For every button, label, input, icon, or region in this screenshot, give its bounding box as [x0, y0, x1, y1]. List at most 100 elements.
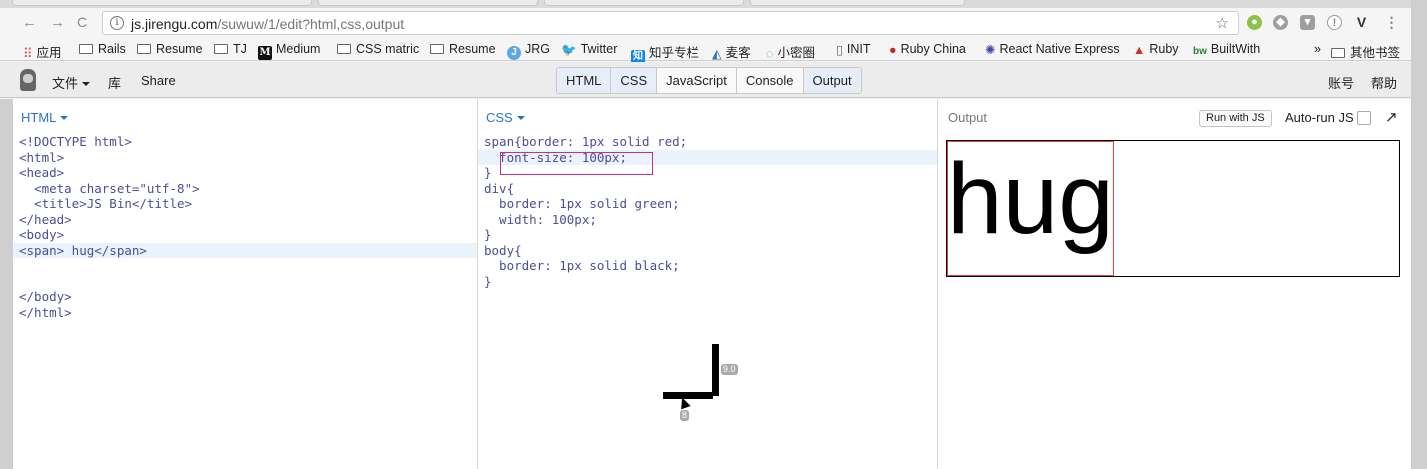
bookmark-item[interactable]: ◌ 小密圈: [766, 42, 815, 61]
circle-icon: ◌: [766, 47, 774, 61]
tab-output[interactable]: Output: [803, 68, 861, 93]
annotation-highlight-box: [500, 152, 653, 175]
panel-tabs: HTML CSS JavaScript Console Output: [556, 67, 862, 94]
chevron-down-icon: [82, 82, 91, 86]
chevron-down-icon: [516, 116, 525, 120]
popout-icon[interactable]: ↗: [1385, 108, 1398, 126]
code-line[interactable]: [13, 258, 477, 274]
bookmark-item[interactable]: 知知乎专栏: [631, 42, 699, 64]
code-line[interactable]: <!DOCTYPE html>: [13, 134, 477, 150]
code-line-current[interactable]: <span> hug</span>: [13, 242, 477, 258]
folder-icon: [137, 44, 151, 54]
bookmark-item[interactable]: ▯ INIT: [836, 42, 871, 57]
html-panel-label[interactable]: HTML: [21, 110, 69, 125]
code-line[interactable]: </body>: [13, 289, 477, 305]
vivaldi-icon[interactable]: V: [1354, 15, 1369, 30]
tab-javascript[interactable]: JavaScript: [657, 68, 737, 93]
bookmark-item[interactable]: ✺ React Native Express: [985, 42, 1120, 57]
css-panel[interactable]: CSS span{border: 1px solid red; font-siz…: [477, 99, 937, 469]
browser-tab[interactable]: [318, 0, 538, 6]
bookmark-item[interactable]: 🐦 Twitter: [561, 42, 617, 58]
site-info-icon[interactable]: i: [110, 16, 124, 30]
ruler-height-label: 9.0: [721, 364, 738, 375]
tab-css[interactable]: CSS: [611, 68, 658, 93]
chevron-down-icon: [60, 116, 69, 120]
code-line[interactable]: <title>JS Bin</title>: [13, 196, 477, 212]
code-line[interactable]: </head>: [13, 212, 477, 228]
library-menu[interactable]: 库: [108, 73, 121, 92]
output-body-box: hug: [946, 140, 1400, 277]
jsbin-logo-icon[interactable]: [20, 69, 36, 91]
code-line[interactable]: <head>: [13, 165, 477, 181]
measure-ruler-vertical[interactable]: [712, 344, 719, 396]
maike-icon: ◭: [712, 47, 722, 61]
pocket-icon[interactable]: ▾: [1300, 15, 1315, 30]
help-menu[interactable]: 帮助: [1371, 73, 1397, 92]
folder-icon: [79, 44, 93, 54]
code-line[interactable]: width: 100px;: [478, 212, 937, 228]
folder-icon: [430, 44, 444, 54]
output-panel: Output Run with JS Auto-run JS ↗ hug: [937, 99, 1411, 469]
bookmark-item[interactable]: Rails: [79, 42, 126, 56]
autorun-checkbox[interactable]: [1357, 111, 1371, 125]
share-menu[interactable]: Share: [141, 73, 176, 88]
back-button[interactable]: ←: [22, 14, 37, 31]
other-bookmarks[interactable]: 其他书签: [1331, 42, 1400, 61]
code-line[interactable]: [13, 274, 477, 290]
bookmark-item[interactable]: TJ: [214, 42, 247, 56]
page-icon: ▯: [836, 43, 843, 57]
shield-icon[interactable]: ◆: [1273, 15, 1288, 30]
folder-icon: [214, 44, 228, 54]
autorun-label: Auto-run JS: [1285, 110, 1354, 125]
info-extension-icon[interactable]: !: [1327, 15, 1342, 30]
reload-button[interactable]: C: [77, 14, 87, 30]
code-line[interactable]: body{: [478, 243, 937, 259]
browser-tab[interactable]: [544, 0, 744, 6]
code-line[interactable]: <body>: [13, 227, 477, 243]
code-line[interactable]: div{: [478, 181, 937, 197]
bookmark-item[interactable]: ◭ 麦客: [712, 42, 751, 61]
bookmark-item[interactable]: bw BuiltWith: [1193, 42, 1260, 57]
bookmark-item[interactable]: CSS matric: [337, 42, 419, 56]
run-with-js-button[interactable]: Run with JS: [1199, 110, 1272, 127]
builtwith-icon: bw: [1193, 46, 1207, 57]
code-line[interactable]: border: 1px solid green;: [478, 196, 937, 212]
browser-tab[interactable]: [750, 0, 965, 6]
code-line[interactable]: <meta charset="utf-8">: [13, 181, 477, 197]
css-panel-label[interactable]: CSS: [486, 110, 525, 125]
tab-html[interactable]: HTML: [557, 68, 612, 93]
address-bar[interactable]: i js.jirengu.com/suwuw/1/edit?html,css,o…: [102, 11, 1239, 35]
forward-button[interactable]: →: [50, 14, 65, 31]
apps-grid-icon: ⠿: [23, 46, 33, 61]
twitter-icon: 🐦: [561, 43, 577, 57]
output-panel-label: Output: [948, 110, 988, 125]
code-line[interactable]: border: 1px solid black;: [478, 258, 937, 274]
extension-icon[interactable]: ●: [1247, 15, 1262, 30]
bookmark-item[interactable]: M Medium: [258, 42, 320, 60]
bookmark-item[interactable]: ● Ruby China: [889, 42, 966, 57]
code-line[interactable]: span{border: 1px solid red;: [478, 134, 937, 150]
browser-tab-strip: [0, 0, 1427, 8]
more-menu-icon[interactable]: ⋮: [1384, 15, 1399, 30]
tab-console[interactable]: Console: [736, 68, 804, 93]
address-url[interactable]: js.jirengu.com/suwuw/1/edit?html,css,out…: [131, 16, 404, 32]
bookmarks-overflow-button[interactable]: »: [1314, 42, 1321, 56]
bookmark-item[interactable]: ⠿ 应用: [23, 42, 62, 62]
code-line[interactable]: </html>: [13, 305, 477, 321]
code-line[interactable]: }: [478, 274, 937, 290]
bookmark-star-icon[interactable]: ☆: [1216, 14, 1229, 32]
html-panel[interactable]: HTML <!DOCTYPE html> <html> <head> <meta…: [13, 99, 477, 469]
right-gutter: [1411, 0, 1427, 469]
ruby-red-icon: ▲: [1133, 43, 1146, 57]
browser-tab[interactable]: [12, 0, 312, 6]
account-menu[interactable]: 账号: [1328, 73, 1354, 92]
bookmark-item[interactable]: ▲ Ruby: [1133, 42, 1179, 57]
code-line[interactable]: }: [478, 227, 937, 243]
file-menu[interactable]: 文件: [52, 73, 91, 92]
bookmark-item[interactable]: Resume: [430, 42, 496, 56]
bookmark-item[interactable]: J JRG: [507, 42, 550, 60]
folder-icon: [1331, 48, 1345, 58]
code-line[interactable]: <html>: [13, 150, 477, 166]
html-editor[interactable]: <!DOCTYPE html> <html> <head> <meta char…: [13, 134, 477, 320]
bookmark-item[interactable]: Resume: [137, 42, 203, 56]
